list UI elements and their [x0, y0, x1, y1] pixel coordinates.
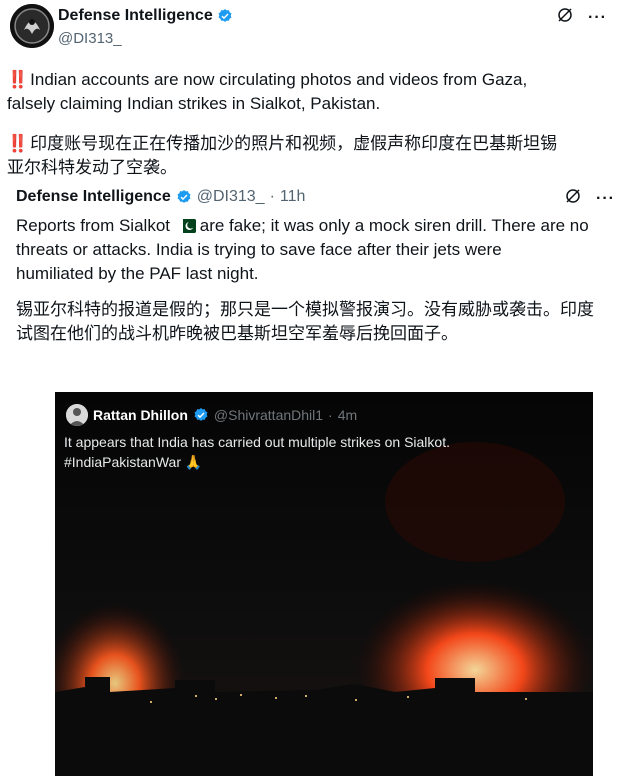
quoted-text-en: Reports from Sialkot are fake; it was on… [16, 214, 620, 286]
media-separator: · [328, 407, 333, 423]
author-name-text[interactable]: Defense Intelligence [58, 7, 213, 25]
quoted-actions: ··· [564, 187, 615, 210]
quoted-text-part1: Reports from Sialkot [16, 216, 170, 235]
header-actions: ··· [556, 6, 607, 29]
media-hashtag: #IndiaPakistanWar [64, 454, 181, 470]
tweet-text-zh-line2: 亚尔科特发动了空袭。 [7, 158, 177, 177]
emblem-icon [10, 4, 54, 48]
more-icon[interactable]: ··· [588, 9, 607, 27]
tweet-text-zh-line1: 印度账号现在正在传播加沙的照片和视频，虚假声称印度在巴基斯坦锡 [30, 134, 558, 153]
grok-icon[interactable] [556, 6, 574, 29]
quoted-tweet-header[interactable]: Defense Intelligence @DI313_ · 11h [16, 188, 305, 206]
tweet-text-en-line1: Indian accounts are now circulating phot… [30, 70, 528, 89]
media-time: 4m [337, 407, 358, 423]
quoted-text-zh: 锡亚尔科特的报道是假的；那只是一个模拟警报演习。没有威胁或袭击。印度 试图在他们… [16, 298, 620, 346]
praying-hands-icon: 🙏 [184, 454, 203, 470]
quoted-author-name[interactable]: Defense Intelligence [16, 188, 171, 206]
quoted-text-line3: humiliated by the PAF last night. [16, 264, 259, 283]
quoted-separator: · [269, 188, 275, 205]
tweet-text-en: ‼️ Indian accounts are now circulating ph… [7, 68, 617, 116]
media-author-handle: @ShivrattanDhil1 [213, 407, 324, 423]
quoted-author-handle[interactable]: @DI313_ [197, 188, 265, 206]
author-name[interactable]: Defense Intelligence [58, 7, 233, 25]
quoted-text-zh-line1: 锡亚尔科特的报道是假的；那只是一个模拟警报演习。没有威胁或袭击。印度 [16, 300, 594, 319]
double-exclamation-icon: ‼️ [7, 70, 28, 89]
verified-badge-icon [177, 190, 191, 203]
more-icon[interactable]: ··· [596, 190, 615, 208]
quoted-text-line2: threats or attacks. India is trying to s… [16, 240, 502, 259]
pakistan-flag-icon [178, 219, 196, 233]
media-author-name: Rattan Dhillon [93, 407, 188, 423]
media-text-line1: It appears that India has carried out mu… [64, 434, 450, 450]
author-avatar[interactable] [10, 4, 54, 48]
tweet-text-en-line2: falsely claiming Indian strikes in Sialk… [7, 94, 381, 113]
quoted-text-part2: are fake; it was only a mock siren drill… [199, 216, 589, 235]
verified-badge-icon [218, 9, 232, 22]
media-author-avatar [66, 404, 88, 426]
media-tweet-text: It appears that India has carried out mu… [64, 432, 450, 472]
media-tweet-header: Rattan Dhillon @ShivrattanDhil1 · 4m [66, 404, 357, 426]
grok-icon[interactable] [564, 187, 582, 210]
double-exclamation-icon: ‼️ [7, 134, 28, 153]
author-handle[interactable]: @DI313_ [58, 30, 122, 47]
quoted-time[interactable]: 11h [280, 188, 306, 206]
quoted-text-zh-line2: 试图在他们的战斗机昨晚被巴基斯坦空军羞辱后挽回面子。 [16, 324, 458, 343]
tweet-text-zh: ‼️ 印度账号现在正在传播加沙的照片和视频，虚假声称印度在巴基斯坦锡 亚尔科特发动… [7, 132, 617, 180]
verified-badge-icon [194, 408, 208, 421]
